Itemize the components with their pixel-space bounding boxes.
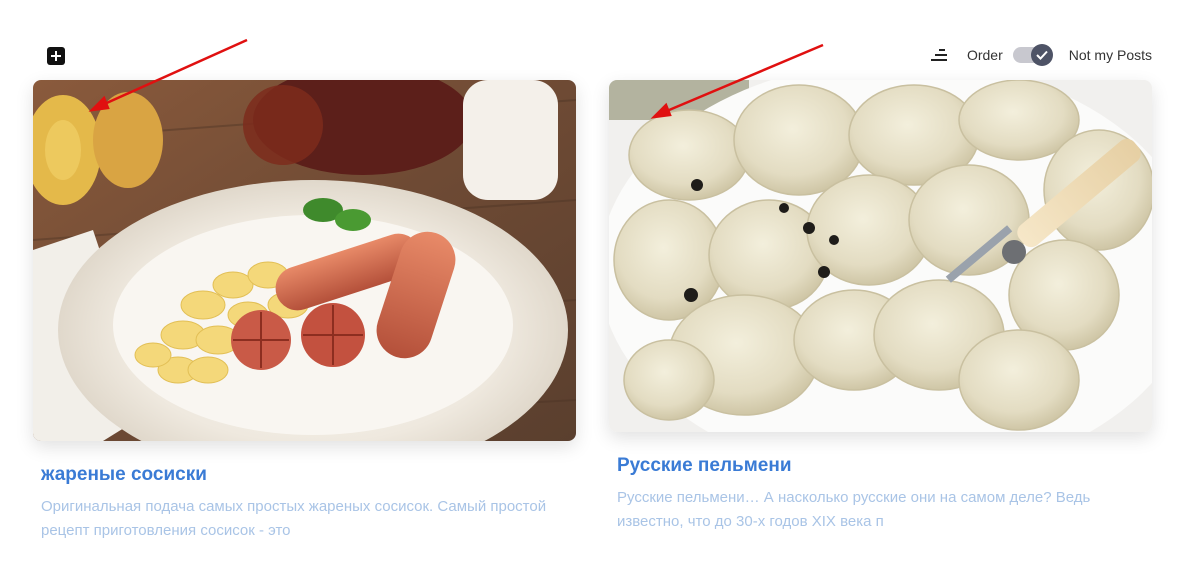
post-card: жареные сосиски Оригинальная подача самы… — [33, 80, 576, 550]
post-description: Русские пельмени… А насколько русские он… — [617, 489, 1091, 530]
sort-lines-icon[interactable] — [929, 47, 949, 63]
check-icon — [1036, 50, 1048, 60]
post-title[interactable]: Русские пельмени — [617, 455, 792, 477]
post-description: Оригинальная подача самых простых жарены… — [41, 498, 547, 539]
not-my-posts-filter[interactable]: Not my Posts — [1069, 47, 1152, 63]
post-image-sausages[interactable] — [33, 80, 576, 441]
pelmeni-dish-image — [609, 80, 1152, 432]
post-card: Русские пельмени Русские пельмени… А нас… — [609, 80, 1152, 540]
toggle-knob — [1030, 44, 1053, 66]
order-toggle[interactable] — [1012, 44, 1053, 66]
sausages-dish-image — [33, 80, 576, 441]
post-title[interactable]: жареные сосиски — [41, 464, 207, 486]
add-post-button[interactable] — [47, 47, 65, 65]
toolbar-controls: Order Not my Posts — [929, 44, 1152, 66]
post-image-pelmeni[interactable] — [609, 80, 1152, 432]
plus-icon — [51, 51, 61, 61]
order-label: Order — [966, 47, 1003, 63]
